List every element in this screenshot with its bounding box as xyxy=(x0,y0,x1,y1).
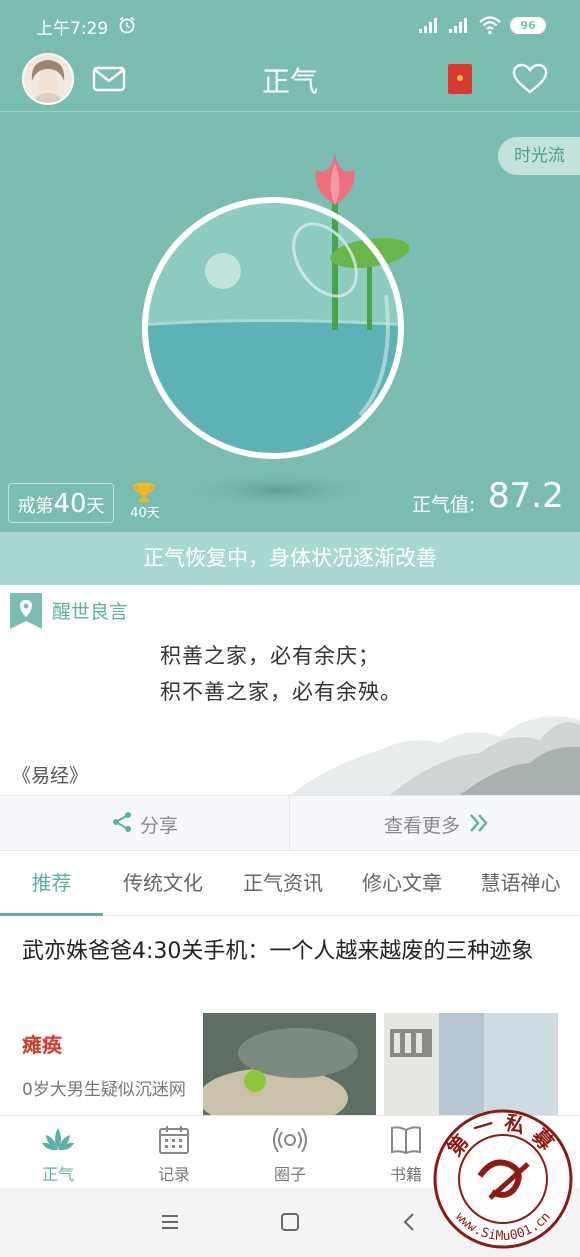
photo-building-icon xyxy=(384,1013,558,1115)
book-icon xyxy=(391,1126,421,1155)
hero-panel: 上午7:29 96 正气 时光流 戒第40天 40天 正气值: 87.2 正气恢… xyxy=(0,0,580,585)
wifi-icon xyxy=(479,16,501,35)
quote-card: 醒世良言 积善之家，必有余庆； 积不善之家，必有余殃。 《易经》 xyxy=(0,585,580,795)
article-thumbnail[interactable] xyxy=(203,1013,376,1115)
heart-icon[interactable] xyxy=(512,63,548,95)
status-message: 正气恢复中，身体状况逐渐改善 xyxy=(0,532,580,585)
signal-hd-icon xyxy=(449,18,467,33)
quote-source: 《易经》 xyxy=(12,765,89,787)
zhengqi-label: 正气值: xyxy=(412,494,476,516)
app-header: 正气 xyxy=(0,50,580,112)
photo-ground-icon xyxy=(203,1013,376,1115)
lotus-icon xyxy=(42,1128,74,1151)
page-title: 正气 xyxy=(261,65,318,98)
nav-zhengqi[interactable]: 正气 xyxy=(0,1116,116,1189)
lotus-bowl-illustration[interactable] xyxy=(140,145,440,515)
double-chevron-right-icon xyxy=(470,814,488,832)
status-bar: 上午7:29 96 xyxy=(0,0,580,50)
category-tabs: 推荐 传统文化 正气资讯 修心文章 慧语禅心 xyxy=(0,851,580,916)
home-icon[interactable] xyxy=(278,1210,302,1234)
signal-icon xyxy=(419,18,437,33)
quote-line: 积善之家，必有余庆； xyxy=(160,644,380,668)
tab-zhengqi-news[interactable]: 正气资讯 xyxy=(223,851,343,916)
article-thumbnail[interactable] xyxy=(384,1013,558,1115)
location-pin-icon xyxy=(10,593,42,629)
timeline-button[interactable]: 时光流 xyxy=(498,137,580,175)
streak-counter: 戒第40天 xyxy=(8,483,114,523)
red-packet-icon[interactable] xyxy=(448,64,472,94)
zhengqi-value: 87.2 xyxy=(488,476,564,516)
ink-mountain-decoration xyxy=(290,716,580,795)
share-icon xyxy=(113,812,131,832)
view-more-button[interactable]: 查看更多 xyxy=(290,796,580,852)
tab-zen-words[interactable]: 慧语禅心 xyxy=(461,851,580,916)
nav-circle[interactable]: 圈子 xyxy=(232,1116,348,1189)
share-button[interactable]: 分享 xyxy=(0,796,289,852)
trophy-icon[interactable] xyxy=(133,481,155,503)
tab-traditional-culture[interactable]: 传统文化 xyxy=(103,851,223,916)
back-icon[interactable] xyxy=(398,1210,422,1234)
article-title[interactable]: 武亦姝爸爸4:30关手机：一个人越来越废的三种迹象 xyxy=(22,936,562,968)
trophy-days: 40天 xyxy=(130,506,160,521)
battery-indicator: 96 xyxy=(510,17,546,34)
article-thumbnail[interactable]: 瘫痪 0岁大男生疑似沉迷网 xyxy=(22,1013,194,1115)
share-label: 分享 xyxy=(140,815,179,837)
watermark-seal: 第一私募 www.SiMu001.cn xyxy=(433,1109,573,1249)
status-time: 上午7:29 xyxy=(36,19,109,39)
tab-mind-articles[interactable]: 修心文章 xyxy=(343,851,461,916)
broadcast-icon xyxy=(273,1127,307,1153)
view-more-label: 查看更多 xyxy=(384,815,461,837)
tab-recommend[interactable]: 推荐 xyxy=(0,851,103,916)
menu-icon[interactable] xyxy=(158,1210,182,1234)
quote-action-bar: 分享 查看更多 xyxy=(0,795,580,852)
calendar-icon xyxy=(159,1126,189,1154)
quote-section-title: 醒世良言 xyxy=(52,601,129,623)
nav-record[interactable]: 记录 xyxy=(116,1116,232,1189)
active-tab-indicator xyxy=(0,913,103,916)
alarm-icon xyxy=(119,16,135,34)
